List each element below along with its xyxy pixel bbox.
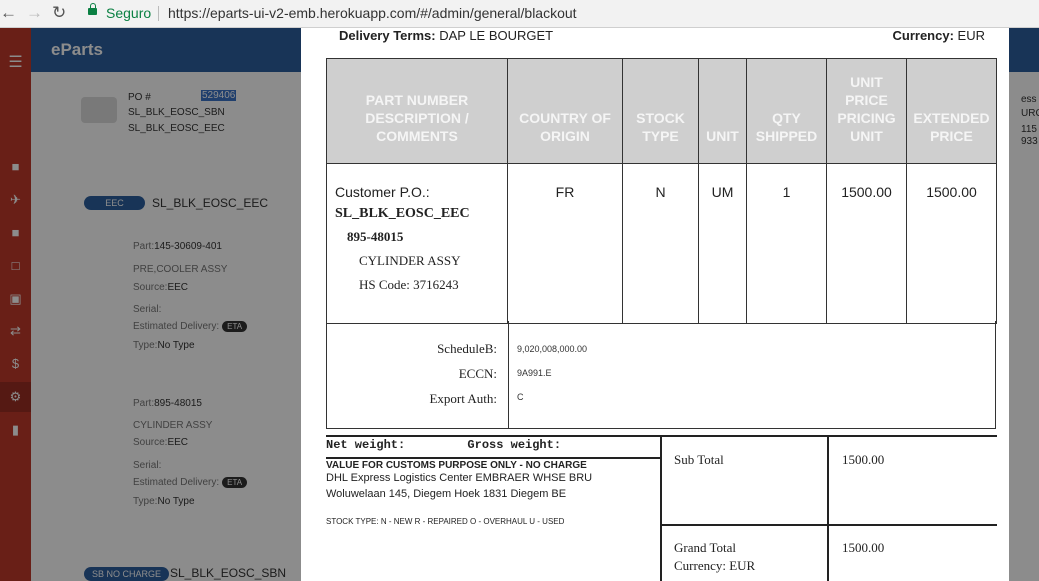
forward-arrow-icon[interactable]: → xyxy=(26,3,43,23)
weights-rule xyxy=(326,457,660,459)
gross-weight-label: Gross weight: xyxy=(467,438,562,452)
sub-total-label: Sub Total xyxy=(674,452,724,467)
customs-note: VALUE FOR CUSTOMS PURPOSE ONLY - NO CHAR… xyxy=(326,460,587,471)
export-auth-value: C xyxy=(517,392,524,402)
sub-total-value: 1500.00 xyxy=(842,452,885,467)
customer-po-label: Customer P.O.: xyxy=(335,184,430,200)
currency-value: EUR xyxy=(957,28,985,43)
items-table: PART NUMBER DESCRIPTION / COMMENTS COUNT… xyxy=(326,58,997,324)
column-header: UNIT xyxy=(698,58,747,164)
column-header: QTY SHIPPED xyxy=(746,58,827,164)
stock-type-legend: STOCK TYPE: N - NEW R - REPAIRED O - OVE… xyxy=(326,517,565,526)
delivery-terms-value: DAP LE BOURGET xyxy=(439,28,554,43)
description-cell: Customer P.O.: SL_BLK_EOSC_EEC 895-48015… xyxy=(326,163,508,324)
column-header: EXTENDED PRICE xyxy=(906,58,997,164)
address-line-2: Woluwelaan 145, Diegem Hoek 1831 Diegem … xyxy=(326,488,567,500)
column-header: PART NUMBER DESCRIPTION / COMMENTS xyxy=(326,58,508,164)
totals-vertical-rule xyxy=(827,436,829,524)
column-header: UNIT PRICE PRICING UNIT xyxy=(826,58,907,164)
net-weight-label: Net weight: xyxy=(326,438,406,452)
eccn-label: ECCN: xyxy=(458,366,497,381)
browser-toolbar: ← → ↻ Seguro https://eparts-ui-v2-emb.he… xyxy=(0,0,1039,28)
grand-currency-label: Currency: EUR xyxy=(674,558,756,573)
grand-total-label: Grand Total xyxy=(674,540,737,555)
hs-code: HS Code: 3716243 xyxy=(359,277,459,292)
export-divider xyxy=(508,321,509,428)
lock-icon xyxy=(88,3,97,15)
totals-middle-rule xyxy=(660,524,997,526)
origin-cell: FR xyxy=(507,163,623,324)
back-arrow-icon[interactable]: ← xyxy=(0,3,17,23)
currency: Currency: EUR xyxy=(893,28,986,43)
part-number: 895-48015 xyxy=(347,229,404,244)
scheduleb-label: ScheduleB: xyxy=(437,341,497,356)
export-auth-label: Export Auth: xyxy=(429,391,497,406)
extended-price-cell: 1500.00 xyxy=(906,163,997,324)
delivery-terms-label: Delivery Terms: xyxy=(339,28,436,43)
grand-total-value: 1500.00 xyxy=(842,540,885,555)
eccn-value: 9A991.E xyxy=(517,368,552,378)
secure-label: Seguro xyxy=(106,5,152,21)
address-bar[interactable]: https://eparts-ui-v2-emb.herokuapp.com/#… xyxy=(168,5,577,21)
delivery-terms: Delivery Terms: DAP LE BOURGET xyxy=(339,28,553,43)
qty-cell: 1 xyxy=(746,163,827,324)
scheduleb-value: 9,020,008,000.00 xyxy=(517,344,588,354)
column-header: STOCK TYPE xyxy=(622,58,699,164)
footer-vertical-rule xyxy=(660,436,662,581)
table-header-row: PART NUMBER DESCRIPTION / COMMENTS COUNT… xyxy=(326,58,997,164)
customer-po-value: SL_BLK_EOSC_EEC xyxy=(335,206,470,221)
stock-type-cell: N xyxy=(622,163,699,324)
currency-label: Currency: xyxy=(892,28,954,43)
weights-line: Net weight: Gross weight: xyxy=(326,438,561,452)
packing-list-modal: Delivery Terms: DAP LE BOURGET Currency:… xyxy=(301,28,1009,581)
packing-list-document: Delivery Terms: DAP LE BOURGET Currency:… xyxy=(315,28,997,581)
column-header: COUNTRY OF ORIGIN xyxy=(507,58,623,164)
reload-icon[interactable]: ↻ xyxy=(52,3,66,23)
part-description: CYLINDER ASSY xyxy=(359,253,461,268)
totals-vertical-rule-2 xyxy=(827,526,829,581)
address-line-1: DHL Express Logistics Center EMBRAER WHS… xyxy=(326,472,593,484)
export-info-box: ScheduleB: 9,020,008,000.00 ECCN: 9A991.… xyxy=(326,321,996,429)
unit-cell: UM xyxy=(698,163,747,324)
table-row: Customer P.O.: SL_BLK_EOSC_EEC 895-48015… xyxy=(326,163,997,324)
url-separator xyxy=(158,6,159,21)
unit-price-cell: 1500.00 xyxy=(826,163,907,324)
